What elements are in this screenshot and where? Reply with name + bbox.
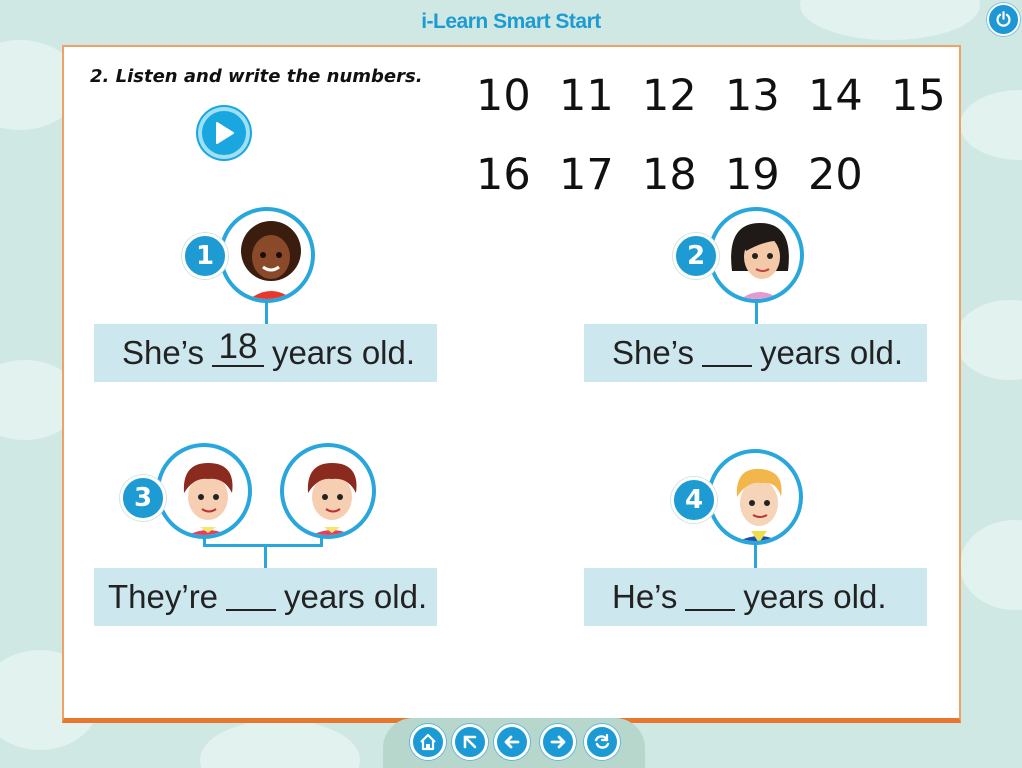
item-4-predicate: years old. — [743, 578, 887, 615]
item-3-predicate: years old. — [284, 578, 428, 615]
replay-icon — [594, 733, 610, 749]
back-icon — [504, 735, 520, 749]
item-2-subject: She’s — [612, 334, 694, 371]
number-16: 16 — [476, 150, 531, 200]
item-1-subject: She’s — [122, 334, 204, 371]
exercise-panel: 2. Listen and write the numbers. 10 11 1… — [62, 45, 961, 723]
number-14: 14 — [808, 71, 863, 121]
home-button[interactable] — [410, 724, 446, 760]
back-button[interactable] — [494, 724, 530, 760]
item-3-subject: They’re — [108, 578, 219, 615]
item-2-predicate: years old. — [759, 334, 904, 371]
item-1-answer: 18 — [218, 327, 258, 366]
number-19: 19 — [725, 150, 780, 200]
item-3-sentence: They’re years old. — [94, 568, 437, 626]
number-20: 20 — [808, 150, 863, 200]
girl-avatar-2 — [708, 207, 804, 303]
item-2-badge: 2 — [673, 233, 719, 279]
boy-avatar-3b — [280, 443, 376, 539]
menu-button[interactable] — [452, 724, 488, 760]
girl-avatar-1 — [219, 207, 315, 303]
number-13: 13 — [725, 71, 780, 121]
number-11: 11 — [559, 71, 614, 121]
power-button[interactable] — [987, 3, 1020, 36]
exercise-title: 2. Listen and write the numbers. — [90, 66, 423, 87]
app-title: i-Learn Smart Start — [421, 10, 601, 33]
power-icon — [996, 11, 1011, 27]
item-4-badge: 4 — [671, 477, 717, 523]
item-4-sentence: He’s years old. — [584, 568, 927, 626]
item-4-subject: He’s — [612, 578, 678, 615]
item-4-answer-field[interactable] — [685, 583, 736, 611]
play-audio-button[interactable] — [202, 111, 246, 155]
item-1-sentence: She’s 18 years old. — [94, 324, 437, 382]
play-icon — [216, 122, 234, 144]
next-icon — [550, 735, 566, 749]
home-icon — [420, 733, 436, 751]
item-1-answer-field[interactable]: 18 — [211, 327, 264, 367]
boy-avatar-3a — [156, 443, 252, 539]
item-3-answer-field[interactable] — [226, 583, 277, 611]
item-2-answer-field[interactable] — [701, 339, 752, 367]
number-bank-row-2: 16 17 18 19 20 — [476, 150, 863, 200]
item-2-sentence: She’s years old. — [584, 324, 927, 382]
number-12: 12 — [642, 71, 697, 121]
item-1-predicate: years old. — [271, 334, 416, 371]
number-15: 15 — [891, 71, 946, 121]
boy-avatar-4 — [707, 449, 803, 545]
menu-icon — [463, 735, 477, 749]
replay-button[interactable] — [584, 724, 620, 760]
number-17: 17 — [559, 150, 614, 200]
number-18: 18 — [642, 150, 697, 200]
number-10: 10 — [476, 71, 531, 121]
item-1-badge: 1 — [182, 233, 228, 279]
next-button[interactable] — [540, 724, 576, 760]
item-3-badge: 3 — [120, 475, 166, 521]
number-bank-row-1: 10 11 12 13 14 15 — [476, 71, 946, 121]
